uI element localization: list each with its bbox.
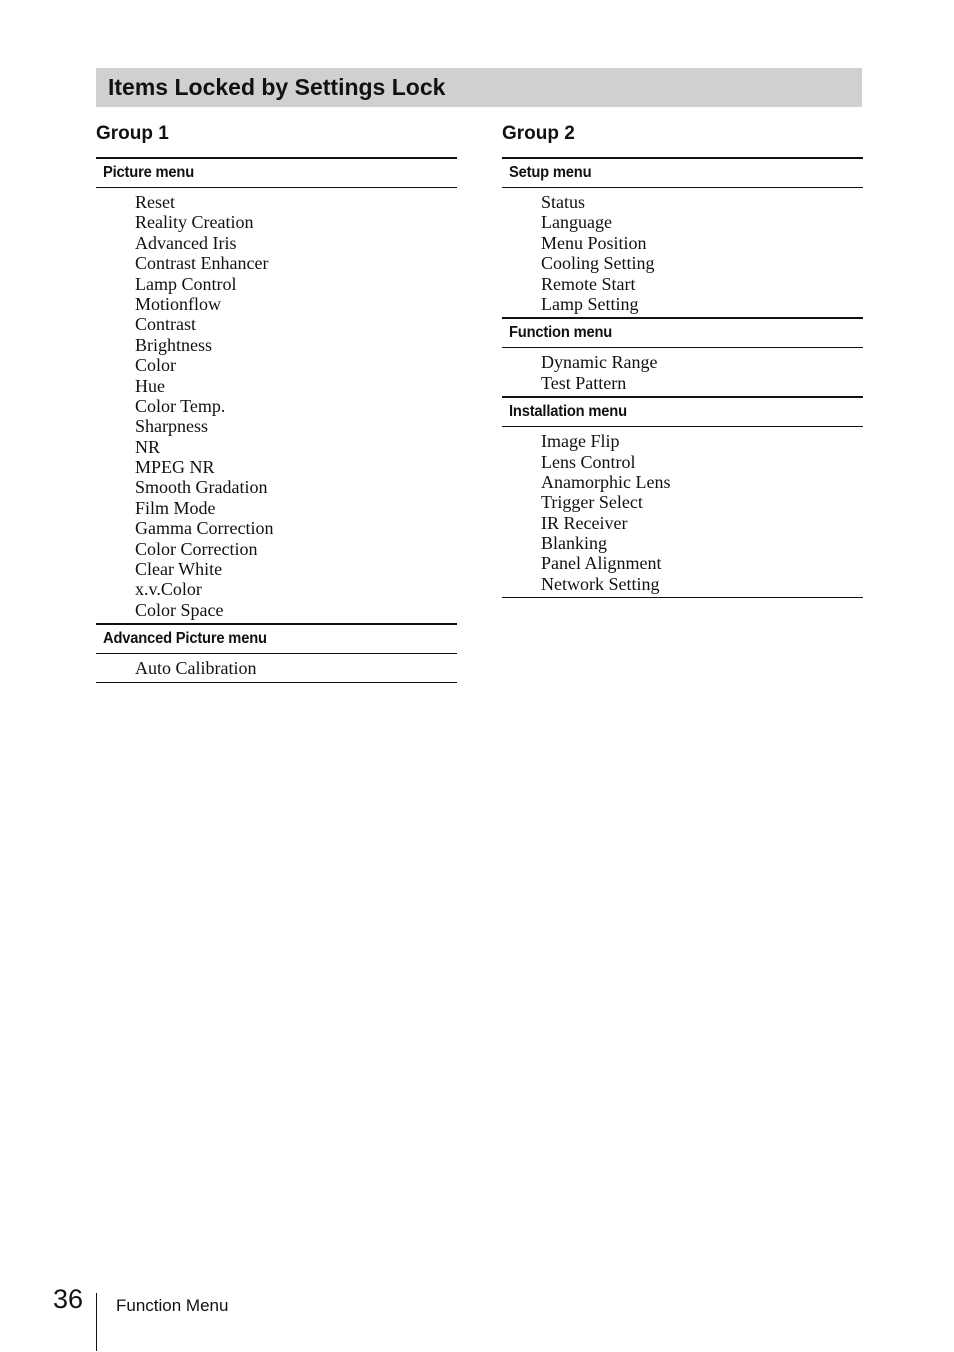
page-title: Items Locked by Settings Lock bbox=[96, 68, 862, 107]
group-2: Group 2 Setup menu Status Language Menu Po… bbox=[502, 122, 863, 599]
section-heading-text: Setup menu bbox=[509, 164, 592, 181]
list-item: Brightness bbox=[135, 334, 213, 355]
list-item: x.v.Color bbox=[135, 579, 202, 600]
list-item: Gamma Correction bbox=[135, 518, 274, 539]
list-item: Anamorphic Lens bbox=[541, 471, 671, 492]
item-list: Reset Reality Creation Advanced Iris Contra… bbox=[96, 188, 457, 623]
list-item: Lamp Control bbox=[135, 273, 237, 294]
list-item: Hue bbox=[135, 375, 165, 396]
list-item: Reality Creation bbox=[135, 212, 254, 233]
item-list: Image Flip Lens Control Anamorphic Lens Tri… bbox=[502, 427, 863, 597]
list-item: Color bbox=[135, 355, 177, 376]
list-item: Dynamic Range bbox=[541, 352, 658, 373]
list-item: Network Setting bbox=[541, 573, 660, 594]
item-list: Status Language Menu Position Cooling Setti… bbox=[502, 188, 863, 317]
list-item: MPEG NR bbox=[135, 457, 215, 478]
list-item: Language bbox=[541, 212, 612, 233]
section-heading-text: Installation menu bbox=[509, 403, 627, 421]
divider bbox=[502, 597, 863, 599]
list-item: Cooling Setting bbox=[541, 253, 655, 274]
section-heading-text: Function menu bbox=[509, 324, 613, 342]
list-item: Color Space bbox=[135, 599, 224, 620]
list-item: Test Pattern bbox=[541, 372, 627, 393]
list-item: Blanking bbox=[541, 533, 607, 554]
section-heading: Setup menu bbox=[502, 157, 863, 188]
section-heading-text: Advanced Picture menu bbox=[103, 630, 267, 648]
list-item: Reset bbox=[135, 192, 175, 212]
list-item: Color Temp. bbox=[135, 395, 226, 416]
section-heading: Advanced Picture menu bbox=[96, 623, 457, 655]
list-item: Film Mode bbox=[135, 497, 216, 518]
section-advanced-picture-menu: Advanced Picture menu Auto Calibration bbox=[96, 623, 457, 681]
list-item: Lamp Setting bbox=[541, 293, 639, 314]
group-title: Group 1 bbox=[96, 123, 169, 144]
list-item: Auto Calibration bbox=[135, 658, 257, 679]
section-heading: Installation menu bbox=[502, 396, 863, 428]
list-item: Contrast Enhancer bbox=[135, 253, 269, 274]
section-installation-menu: Installation menu Image Flip Lens Control… bbox=[502, 396, 863, 597]
list-item: Clear White bbox=[135, 559, 223, 580]
item-list: Dynamic Range Test Pattern bbox=[502, 348, 863, 396]
section-heading-text: Picture menu bbox=[103, 164, 195, 181]
list-item: Panel Alignment bbox=[541, 553, 662, 574]
list-item: Color Correction bbox=[135, 538, 258, 559]
section-heading: Function menu bbox=[502, 317, 863, 349]
divider bbox=[96, 681, 457, 683]
list-item: Smooth Gradation bbox=[135, 477, 268, 498]
list-item: Contrast bbox=[135, 314, 196, 335]
group-title: Group 2 bbox=[502, 123, 575, 144]
list-item: Advanced Iris bbox=[135, 232, 237, 253]
list-item: Menu Position bbox=[541, 232, 647, 253]
group-1: Group 1 Picture menu Reset Reality Creati… bbox=[96, 122, 457, 683]
list-item: Motionflow bbox=[135, 293, 222, 314]
list-item: Image Flip bbox=[541, 431, 620, 452]
section-setup-menu: Setup menu Status Language Menu Position Co… bbox=[502, 157, 863, 317]
list-item: Remote Start bbox=[541, 273, 636, 294]
footer-divider bbox=[96, 1293, 97, 1351]
list-item: NR bbox=[135, 436, 161, 457]
page-number: 36 bbox=[53, 1284, 84, 1314]
list-item: IR Receiver bbox=[541, 512, 628, 533]
section-function-menu: Function menu Dynamic Range Test Pattern bbox=[502, 317, 863, 396]
section-picture-menu: Picture menu Reset Reality Creation Advanc… bbox=[96, 157, 457, 623]
footer-section-label: Function Menu bbox=[116, 1296, 229, 1315]
list-item: Status bbox=[541, 192, 586, 212]
list-item: Trigger Select bbox=[541, 492, 643, 513]
section-heading: Picture menu bbox=[96, 157, 457, 188]
list-item: Sharpness bbox=[135, 416, 208, 437]
item-list: Auto Calibration bbox=[96, 654, 457, 681]
list-item: Lens Control bbox=[541, 451, 636, 472]
